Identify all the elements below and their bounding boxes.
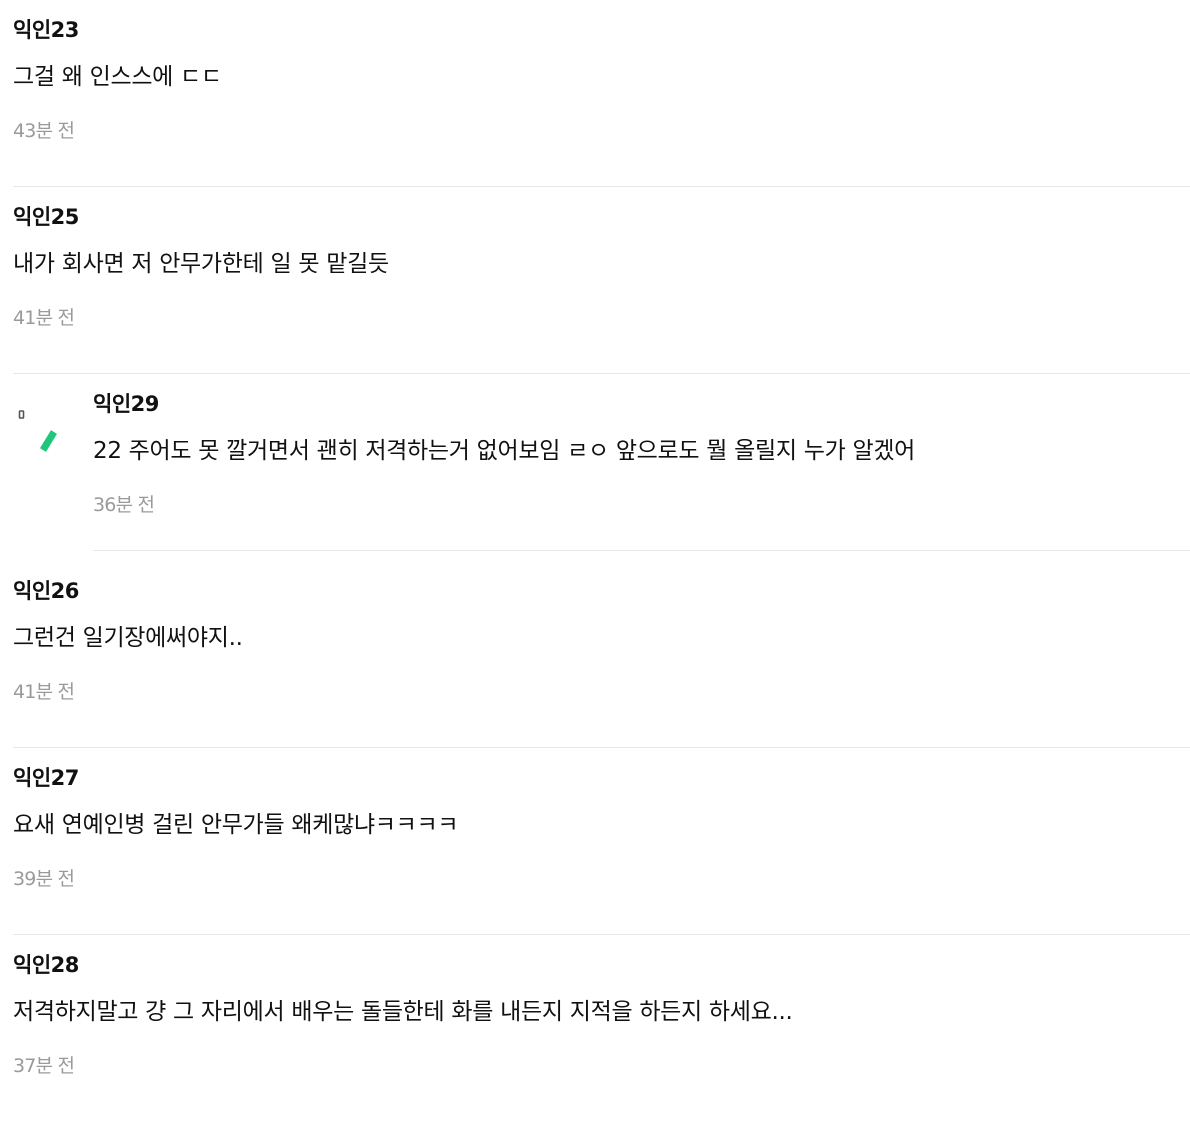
reply-content: 익인29 22 주어도 못 깔거면서 괜히 저격하는거 없어보임 ㄹㅇ 앞으로도… xyxy=(93,374,1190,551)
comment-author[interactable]: 익인26 xyxy=(13,577,79,605)
comment-item: 익인25 내가 회사면 저 안무가한테 일 못 맡길듯 41분 전 xyxy=(13,187,1190,374)
comment-item: 익인27 요새 연예인병 걸린 안무가들 왜케많냐ㅋㅋㅋㅋ 39분 전 xyxy=(13,748,1190,935)
comment-author[interactable]: 익인25 xyxy=(13,203,79,231)
comment-body: 내가 회사면 저 안무가한테 일 못 맡길듯 xyxy=(13,251,389,277)
reply-comment-item: 익인29 22 주어도 못 깔거면서 괜히 저격하는거 없어보임 ㄹㅇ 앞으로도… xyxy=(0,374,1190,561)
comment-item: 익인28 저격하지말고 걍 그 자리에서 배우는 돌들한테 화를 내든지 지적을… xyxy=(13,935,1190,1122)
comment-body: 22 주어도 못 깔거면서 괜히 저격하는거 없어보임 ㄹㅇ 앞으로도 뭘 올릴… xyxy=(93,438,916,464)
comment-time: 43분 전 xyxy=(13,120,75,142)
comment-body: 그걸 왜 인스스에 ㄷㄷ xyxy=(13,64,222,90)
comment-body: 그런건 일기장에써야지.. xyxy=(13,625,243,651)
comment-author[interactable]: 익인23 xyxy=(13,16,79,44)
comment-time: 41분 전 xyxy=(13,681,75,703)
comment-time: 41분 전 xyxy=(13,307,75,329)
comment-author[interactable]: 익인29 xyxy=(93,390,159,418)
comment-body: 저격하지말고 걍 그 자리에서 배우는 돌들한테 화를 내든지 지적을 하든지 … xyxy=(13,999,793,1025)
comment-author[interactable]: 익인27 xyxy=(13,764,79,792)
comment-time: 36분 전 xyxy=(93,494,155,516)
reply-arrow-icon xyxy=(18,410,57,452)
comment-list: 익인23 그걸 왜 인스스에 ㄷㄷ 43분 전 익인25 내가 회사면 저 안무… xyxy=(0,0,1190,1122)
comment-time: 39분 전 xyxy=(13,868,75,890)
comment-item: 익인23 그걸 왜 인스스에 ㄷㄷ 43분 전 xyxy=(13,0,1190,187)
comment-time: 37분 전 xyxy=(13,1055,75,1077)
comment-body: 요새 연예인병 걸린 안무가들 왜케많냐ㅋㅋㅋㅋ xyxy=(13,812,459,838)
comment-author[interactable]: 익인28 xyxy=(13,951,79,979)
comment-item: 익인26 그런건 일기장에써야지.. 41분 전 xyxy=(13,561,1190,748)
